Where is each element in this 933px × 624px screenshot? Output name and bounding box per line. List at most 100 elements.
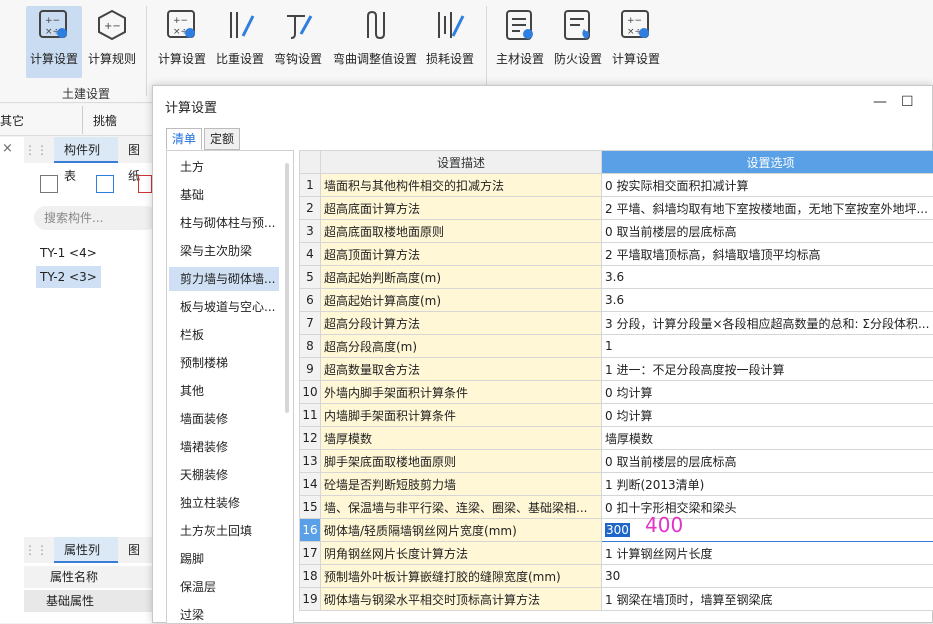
calc-rule-label: 计算规则 bbox=[88, 50, 136, 67]
row-value[interactable]: 1 进一：不足分段高度按一段计算 bbox=[602, 358, 933, 381]
row-description: 墙厚模数 bbox=[321, 427, 602, 450]
table-row[interactable]: 9超高数量取舍方法1 进一：不足分段高度按一段计算 bbox=[300, 358, 933, 381]
table-row[interactable]: 15墙、保温墙与非平行梁、连梁、圈梁、基础梁相...0 扣十字形相交梁和梁头 bbox=[300, 496, 933, 519]
table-row[interactable]: 4超高顶面计算方法2 平墙取墙顶标高，斜墙取墙顶平均标高 bbox=[300, 243, 933, 266]
row-value[interactable]: 1 计算钢丝网片长度 bbox=[602, 542, 933, 565]
row-value[interactable]: 3 分段，计算分段量×各段相应超高数量的总和: Σ分段体积... bbox=[602, 312, 933, 335]
category-item[interactable]: 踢脚 bbox=[169, 547, 279, 571]
table-row[interactable]: 14砼墙是否判断短肢剪力墙1 判断(2013清单) bbox=[300, 473, 933, 496]
category-item[interactable]: 土方 bbox=[169, 155, 279, 179]
category-list: 土方基础柱与砌体柱与预... 梁与主次肋梁剪力墙与砌体墙... 板与坡道与空心...… bbox=[166, 150, 294, 624]
row-value[interactable]: 0 按实际相交面积扣减计算 bbox=[602, 174, 933, 197]
delete-icon[interactable] bbox=[138, 175, 152, 193]
category-dropdown[interactable]: 其它 bbox=[0, 112, 24, 129]
table-row[interactable]: 11内墙脚手架面积计算条件0 均计算 bbox=[300, 404, 933, 427]
row-number: 1 bbox=[300, 174, 321, 197]
annotation-text: 400 bbox=[645, 513, 683, 537]
table-row[interactable]: 3超高底面取楼地面原则0 取当前楼层的层底标高 bbox=[300, 220, 933, 243]
category-item[interactable]: 基础 bbox=[169, 183, 279, 207]
row-value[interactable]: 2 平墙、斜墙均取有地下室按楼地面，无地下室按室外地坪... bbox=[602, 197, 933, 220]
category-item[interactable]: 板与坡道与空心... bbox=[169, 295, 279, 319]
row-value[interactable]: 30 bbox=[602, 565, 933, 588]
calc-settings-button-2[interactable]: +−×÷ 计算设置 bbox=[156, 6, 208, 78]
table-row[interactable]: 17阴角钢丝网片长度计算方法1 计算钢丝网片长度 bbox=[300, 542, 933, 565]
row-description: 砌体墙与钢梁水平相交时顶标高计算方法 bbox=[321, 588, 602, 611]
table-row[interactable]: 1墙面积与其他构件相交的扣减方法0 按实际相交面积扣减计算 bbox=[300, 174, 933, 197]
row-value[interactable]: 1 bbox=[602, 335, 933, 358]
copy-icon[interactable] bbox=[96, 175, 114, 193]
hook-settings-button[interactable]: 弯钩设置 bbox=[272, 6, 324, 78]
main-material-button[interactable]: 主材设置 bbox=[494, 6, 546, 78]
header-description: 设置描述 bbox=[321, 151, 602, 174]
table-row[interactable]: 12墙厚模数墙厚模数 bbox=[300, 427, 933, 450]
row-value[interactable]: 3.6 bbox=[602, 266, 933, 289]
close-icon[interactable]: × bbox=[2, 141, 13, 156]
component-item[interactable]: TY-1 <4> bbox=[36, 242, 101, 264]
table-row[interactable]: 8超高分段高度(m)1 bbox=[300, 335, 933, 358]
density-icon bbox=[223, 8, 257, 42]
new-component-icon[interactable] bbox=[40, 175, 58, 193]
loss-settings-button[interactable]: 损耗设置 bbox=[424, 6, 476, 78]
row-number: 14 bbox=[300, 473, 321, 496]
table-row[interactable]: 10外墙内脚手架面积计算条件0 均计算 bbox=[300, 381, 933, 404]
bend-adjust-button[interactable]: 弯曲调整值设置 bbox=[330, 6, 420, 78]
row-number: 15 bbox=[300, 496, 321, 519]
row-number: 8 bbox=[300, 335, 321, 358]
category-item[interactable]: 保温层 bbox=[169, 575, 279, 599]
table-row[interactable]: 16砌体墙/轻质隔墙钢丝网片宽度(mm)300 bbox=[300, 519, 933, 542]
row-number: 10 bbox=[300, 381, 321, 404]
table-row[interactable]: 5超高起始判断高度(m)3.6 bbox=[300, 266, 933, 289]
row-number: 16 bbox=[300, 519, 321, 542]
row-value[interactable]: 0 取当前楼层的层底标高 bbox=[602, 450, 933, 473]
table-row[interactable]: 18预制墙外叶板计算嵌缝打胶的缝隙宽度(mm)30 bbox=[300, 565, 933, 588]
calc-rule-button[interactable]: +− 计算规则 bbox=[86, 6, 138, 78]
row-value[interactable]: 0 均计算 bbox=[602, 404, 933, 427]
row-value[interactable]: 2 平墙取墙顶标高，斜墙取墙顶平均标高 bbox=[602, 243, 933, 266]
category-item[interactable]: 栏板 bbox=[169, 323, 279, 347]
category-scrollbar[interactable] bbox=[285, 163, 289, 413]
selected-value-text[interactable]: 300 bbox=[605, 523, 630, 537]
maximize-icon[interactable]: ☐ bbox=[901, 94, 914, 110]
tab-component-list[interactable]: 构件列表 bbox=[54, 137, 118, 163]
category-item[interactable]: 梁与主次肋梁 bbox=[169, 239, 279, 263]
calc-settings-button-3[interactable]: +−×÷ 计算设置 bbox=[610, 6, 662, 78]
row-description: 内墙脚手架面积计算条件 bbox=[321, 404, 602, 427]
row-value[interactable]: 1 钢梁在墙顶时，墙算至钢梁底 bbox=[602, 588, 933, 611]
category-item[interactable]: 其他 bbox=[169, 379, 279, 403]
table-row[interactable]: 6超高起始计算高度(m)3.6 bbox=[300, 289, 933, 312]
bend-adjust-label: 弯曲调整值设置 bbox=[333, 50, 417, 67]
density-settings-button[interactable]: 比重设置 bbox=[214, 6, 266, 78]
drag-handle-icon[interactable]: ⋮⋮ bbox=[24, 543, 48, 557]
category-item[interactable]: 过梁 bbox=[169, 603, 279, 624]
row-value[interactable]: 0 均计算 bbox=[602, 381, 933, 404]
table-row[interactable]: 7超高分段计算方法3 分段，计算分段量×各段相应超高数量的总和: Σ分段体积..… bbox=[300, 312, 933, 335]
row-value[interactable]: 1 判断(2013清单) bbox=[602, 473, 933, 496]
row-value[interactable]: 0 取当前楼层的层底标高 bbox=[602, 220, 933, 243]
minimize-icon[interactable]: — bbox=[873, 94, 887, 110]
property-group-basic[interactable]: 基础属性 bbox=[24, 590, 160, 612]
table-row[interactable]: 19砌体墙与钢梁水平相交时顶标高计算方法1 钢梁在墙顶时，墙算至钢梁底 bbox=[300, 588, 933, 611]
row-value[interactable]: 墙厚模数 bbox=[602, 427, 933, 450]
row-description: 墙面积与其他构件相交的扣减方法 bbox=[321, 174, 602, 197]
tab-property-list[interactable]: 属性列表 bbox=[54, 537, 118, 563]
fire-settings-button[interactable]: 防火设置 bbox=[552, 6, 604, 78]
tab-quota[interactable]: 定额 bbox=[204, 128, 240, 150]
fire-icon bbox=[561, 8, 595, 42]
table-row[interactable]: 13脚手架底面取楼地面原则0 取当前楼层的层底标高 bbox=[300, 450, 933, 473]
category-item[interactable]: 土方灰土回填 bbox=[169, 519, 279, 543]
category-item[interactable]: 墙面装修 bbox=[169, 407, 279, 431]
category-item[interactable]: 独立柱装修 bbox=[169, 491, 279, 515]
table-row[interactable]: 2超高底面计算方法2 平墙、斜墙均取有地下室按楼地面，无地下室按室外地坪... bbox=[300, 197, 933, 220]
category-item[interactable]: 天棚装修 bbox=[169, 463, 279, 487]
category-item[interactable]: 墙裙装修 bbox=[169, 435, 279, 459]
calc-settings-button[interactable]: +−×÷ 计算设置 bbox=[26, 6, 82, 78]
row-value[interactable]: 3.6 bbox=[602, 289, 933, 312]
type-dropdown[interactable]: 挑檐 bbox=[93, 112, 117, 129]
tab-bill[interactable]: 清单 bbox=[166, 128, 202, 150]
category-item[interactable]: 柱与砌体柱与预... bbox=[169, 211, 279, 235]
component-item-selected[interactable]: TY-2 <3> bbox=[36, 266, 101, 288]
drag-handle-icon[interactable]: ⋮⋮ bbox=[24, 143, 48, 157]
component-search-input[interactable]: 搜索构件... bbox=[34, 206, 158, 230]
category-item[interactable]: 剪力墙与砌体墙... bbox=[169, 267, 279, 291]
category-item[interactable]: 预制楼梯 bbox=[169, 351, 279, 375]
